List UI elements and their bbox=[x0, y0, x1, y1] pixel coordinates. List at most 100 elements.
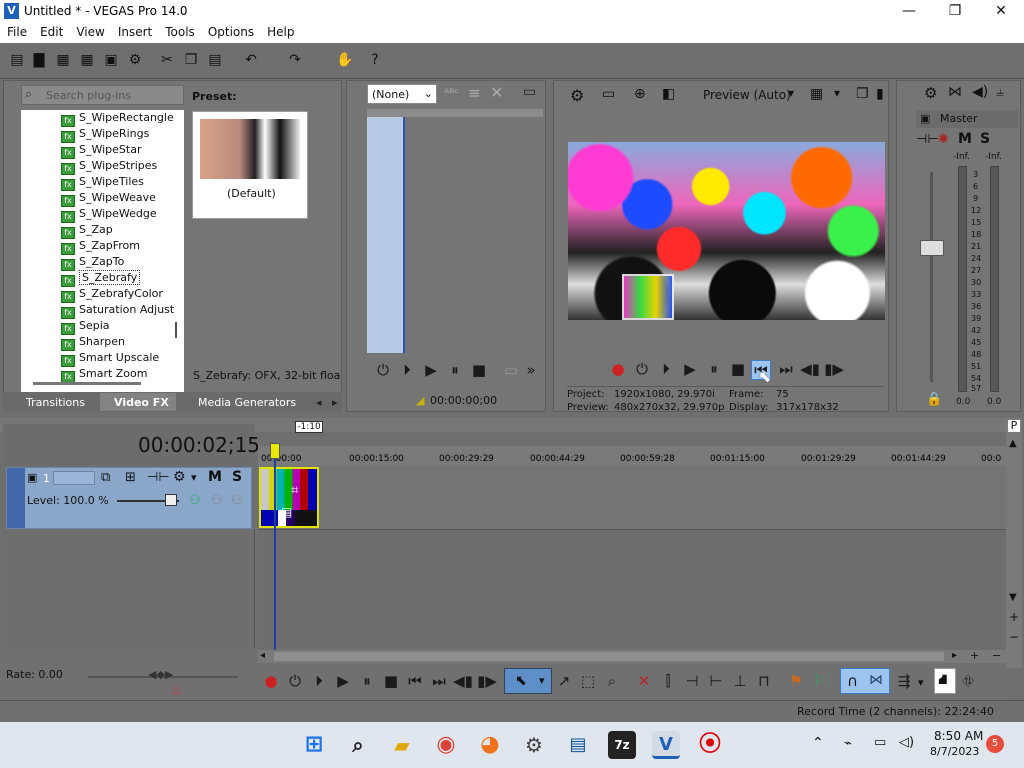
tuning-icon[interactable]: ⫨ bbox=[996, 84, 1004, 100]
list-item[interactable]: fx S_Zap bbox=[61, 223, 113, 239]
network-icon[interactable]: ⌁ bbox=[844, 736, 852, 751]
forward-icon[interactable]: » bbox=[521, 361, 541, 381]
save-snapshot-icon[interactable]: ▮ bbox=[876, 86, 884, 102]
next-frame-icon[interactable]: ▮▶ bbox=[824, 360, 844, 380]
stop-icon[interactable]: ■ bbox=[728, 360, 748, 380]
pause-icon[interactable]: ⏸ bbox=[704, 360, 724, 380]
horizontal-scrollbar[interactable] bbox=[33, 382, 141, 385]
scroll-up-icon[interactable]: ▲ bbox=[1009, 438, 1017, 449]
plugin-search-input[interactable]: Search plug-ins bbox=[21, 85, 184, 105]
lock-icon[interactable]: 🔒 bbox=[926, 392, 942, 407]
pan-crop-icon[interactable]: ⌗ bbox=[291, 483, 298, 498]
delete-icon[interactable]: ✕ bbox=[490, 83, 503, 102]
close-button[interactable]: ✕ bbox=[978, 0, 1024, 23]
trimmer-dropdown[interactable]: (None) ⌄ bbox=[367, 84, 437, 104]
playhead[interactable] bbox=[274, 450, 276, 650]
snapping-group[interactable]: ∩ ⋈ bbox=[840, 668, 890, 694]
list-item[interactable]: fx S_WipeRings bbox=[61, 127, 149, 143]
display-icon[interactable]: ▭ bbox=[874, 735, 886, 750]
tab-transitions[interactable]: Transitions bbox=[26, 396, 85, 409]
play-from-start-icon[interactable]: ⏵ bbox=[309, 672, 329, 692]
zoom-tool-icon[interactable]: ⌕ bbox=[602, 672, 622, 692]
master-fader[interactable] bbox=[920, 240, 944, 256]
horizontal-scrollbar[interactable]: ◂ ▸ + − bbox=[258, 649, 1006, 663]
trim-end-icon[interactable]: ⊢ bbox=[706, 672, 726, 692]
parent-icon[interactable]: ⚇ bbox=[211, 493, 223, 508]
zoom-out-icon[interactable]: − bbox=[1009, 630, 1019, 644]
loop-icon[interactable]: ⏻ bbox=[632, 360, 652, 380]
copy-snapshot-icon[interactable]: ❐ bbox=[856, 86, 869, 102]
menu-file[interactable]: File bbox=[0, 23, 33, 39]
timeline-area[interactable] bbox=[258, 466, 1006, 650]
add-to-timeline-icon[interactable]: ▭ bbox=[501, 361, 521, 381]
plugin-list[interactable]: fx S_WipeRectangle fx S_WipeRings fx S_Wipe… bbox=[21, 110, 184, 392]
rate-slider-handle[interactable]: ◀◆▶ bbox=[148, 668, 173, 681]
track-fx-icon[interactable]: ⊣⊢ bbox=[147, 470, 170, 485]
loop-icon[interactable]: ⏻ bbox=[285, 672, 305, 692]
start-icon[interactable]: ⊞ bbox=[300, 731, 328, 759]
track-name-field[interactable] bbox=[53, 471, 95, 485]
help-icon[interactable]: ? bbox=[366, 51, 384, 69]
tab-video-fx[interactable]: Video FX bbox=[114, 396, 169, 409]
screen-recorder-icon[interactable]: ⦿ bbox=[696, 731, 724, 759]
overlays-icon[interactable]: ◧ bbox=[662, 86, 675, 102]
scroll-right-icon[interactable]: ▸ bbox=[952, 650, 957, 661]
zoom-out-icon[interactable]: − bbox=[992, 649, 1001, 662]
list-item[interactable]: fx Saturation Adjust bbox=[61, 303, 174, 319]
settings-icon[interactable]: ⚙ bbox=[126, 51, 144, 69]
ignore-grouping-icon[interactable]: ⛗ bbox=[958, 672, 978, 692]
split-icon[interactable]: ⊥ bbox=[730, 672, 750, 692]
track-settings-icon[interactable]: ⚙ bbox=[173, 469, 186, 485]
compositing-icon[interactable]: ⧉ bbox=[101, 470, 110, 485]
previous-frame-icon[interactable]: ◀▮ bbox=[800, 360, 820, 380]
hand-icon[interactable]: ✋ bbox=[336, 51, 354, 69]
list-item[interactable]: fx S_ZapFrom bbox=[61, 239, 140, 255]
search-icon[interactable]: ⌕ bbox=[344, 731, 372, 759]
composite-mode-icon[interactable]: ⚇ bbox=[189, 493, 201, 508]
downmix-icon[interactable]: ⋈ bbox=[948, 84, 962, 100]
play-from-start-icon[interactable]: ⏵ bbox=[397, 361, 417, 381]
go-to-end-icon[interactable]: ⏭ bbox=[429, 672, 449, 692]
7zip-icon[interactable]: 7z bbox=[608, 731, 636, 759]
settings-icon[interactable]: ⚙ bbox=[520, 731, 548, 759]
time-ruler[interactable]: 00:00:00 00:00:15:00 00:00:29:29 00:00:4… bbox=[258, 446, 1006, 466]
list-item[interactable]: fx S_WipeWeave bbox=[61, 191, 156, 207]
track-collapse-icon[interactable]: ▣ bbox=[27, 471, 37, 484]
chevron-down-icon[interactable]: ▾ bbox=[834, 86, 840, 100]
scroll-thumb[interactable] bbox=[274, 652, 944, 661]
split-screen-icon[interactable]: ⊕ bbox=[634, 86, 646, 102]
speaker-icon[interactable]: ◀) bbox=[972, 84, 988, 100]
selection-tool-icon[interactable]: ⬚ bbox=[578, 672, 598, 692]
list-item[interactable]: fx S_WipeWedge bbox=[61, 207, 157, 223]
chevron-down-icon[interactable]: ▾ bbox=[788, 86, 794, 100]
list-item[interactable]: fx Sepia bbox=[61, 319, 110, 335]
preset-thumbnail[interactable]: (Default) bbox=[192, 111, 308, 219]
list-item[interactable]: fx Smart Upscale bbox=[61, 351, 159, 367]
preview-quality-dropdown[interactable]: Preview (Auto) bbox=[703, 88, 791, 102]
record-icon[interactable]: ● bbox=[608, 360, 628, 380]
volume-icon[interactable]: ◁) bbox=[899, 735, 914, 750]
trimmer-selection[interactable] bbox=[367, 117, 405, 353]
tab-media-generators[interactable]: Media Generators bbox=[198, 396, 296, 409]
list-item[interactable]: fx S_ZapTo bbox=[61, 255, 124, 271]
vertical-scrollbar[interactable]: P ▲ ▼ + − bbox=[1006, 418, 1022, 668]
region-icon[interactable]: ⚐ bbox=[810, 672, 830, 692]
render-icon[interactable]: ▣ bbox=[102, 51, 120, 69]
trim-start-icon[interactable]: ⊣ bbox=[682, 672, 702, 692]
scroll-down-icon[interactable]: ▼ bbox=[1009, 592, 1017, 603]
menu-tools[interactable]: Tools bbox=[158, 23, 201, 39]
play-icon[interactable]: ▶ bbox=[421, 361, 441, 381]
trimmer-options-icon[interactable]: ▭ bbox=[523, 84, 536, 100]
ripple-icon[interactable]: ⇶ bbox=[894, 672, 914, 692]
track-solo-button[interactable]: S bbox=[232, 469, 242, 485]
go-to-start-icon[interactable]: ⏮ bbox=[405, 672, 425, 692]
list-item-selected[interactable]: fx S_Zebrafy bbox=[61, 270, 141, 287]
new-icon[interactable]: ▤ bbox=[8, 51, 26, 69]
snap-icon[interactable]: P bbox=[1008, 420, 1020, 432]
grid-icon[interactable]: ▦ bbox=[810, 86, 823, 102]
next-frame-icon[interactable]: ▮▶ bbox=[477, 672, 497, 692]
preview-settings-icon[interactable]: ⚙ bbox=[570, 86, 584, 105]
play-from-start-icon[interactable]: ⏵ bbox=[656, 360, 676, 380]
list-item[interactable]: fx S_WipeRectangle bbox=[61, 111, 174, 127]
open-icon[interactable]: ▇ bbox=[30, 51, 48, 69]
